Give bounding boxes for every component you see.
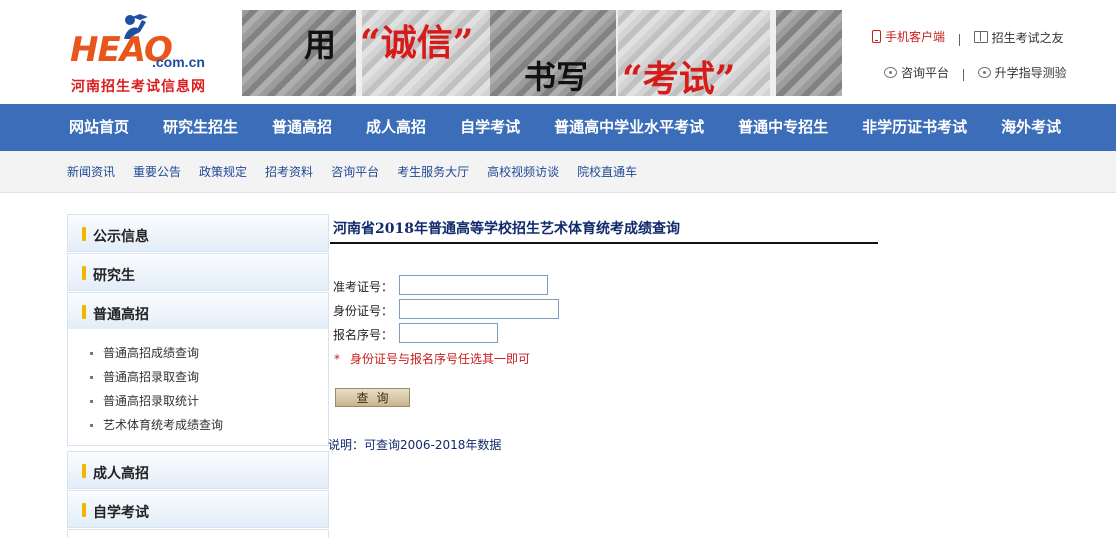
main-nav: 网站首页 研究生招生 普通高招 成人高招 自学考试 普通高中学业水平考试 普通中… xyxy=(0,104,1116,151)
sub-nav-list: 新闻资讯 重要公告 政策规定 招考资料 咨询平台 考生服务大厅 高校视频访谈 院… xyxy=(58,151,646,193)
reg-no-label: 报名序号： xyxy=(333,328,394,342)
page-title: 河南省2018年普通高等学校招生艺术体育统考成绩查询 xyxy=(333,221,680,237)
sidebar-section-title: 自学考试 xyxy=(93,505,149,521)
sidebar-section-adult-college[interactable]: 成人高招 xyxy=(67,451,329,489)
main-nav-list: 网站首页 研究生招生 普通高招 成人高招 自学考试 普通高中学业水平考试 普通中… xyxy=(52,104,1078,151)
sidebar-section-header[interactable]: 成人高招 xyxy=(68,452,328,488)
sidebar-section-header[interactable]: 自学考试 xyxy=(68,491,328,527)
link-separator xyxy=(958,33,960,46)
exam-no-input[interactable] xyxy=(399,275,548,295)
banner-photo xyxy=(242,10,356,96)
section-marker-icon xyxy=(82,305,86,319)
sidebar-section-header[interactable]: 普通高招 xyxy=(68,293,328,329)
sidebar-section-general-college: 普通高招 普通高招成绩查询 普通高招录取查询 普通高招录取统计 艺术体育统考成绩… xyxy=(67,292,329,446)
sidebar-item-arts-sports-score[interactable]: 艺术体育统考成绩查询 xyxy=(68,413,328,437)
sidebar-section-header[interactable]: 研究生 xyxy=(68,254,328,290)
sidebar-item-label: 艺术体育统考成绩查询 xyxy=(103,418,224,432)
nav-item-self-study[interactable]: 自学考试 xyxy=(443,104,537,151)
sidebar-item-score-query[interactable]: 普通高招成绩查询 xyxy=(68,341,328,365)
sidebar-section-public-info[interactable]: 公示信息 xyxy=(67,214,329,252)
exam-friend-label: 招生考试之友 xyxy=(991,30,1064,45)
subnav-item-consult[interactable]: 咨询平台 xyxy=(322,151,388,193)
section-marker-icon xyxy=(82,227,86,241)
banner-text-kaoshi: “考试” xyxy=(622,58,736,96)
nav-item-secondary-vocational[interactable]: 普通中专招生 xyxy=(721,104,845,151)
sub-nav: 新闻资讯 重要公告 政策规定 招考资料 咨询平台 考生服务大厅 高校视频访谈 院… xyxy=(0,151,1116,193)
reg-no-input[interactable] xyxy=(399,323,498,343)
sidebar-section-title: 普通高招 xyxy=(93,307,149,323)
input-hint: * 身份证号与报名序号任选其一即可 xyxy=(334,350,530,367)
sidebar-item-label: 普通高招录取统计 xyxy=(103,394,200,408)
nav-item-non-degree[interactable]: 非学历证书考试 xyxy=(845,104,984,151)
nav-item-graduate[interactable]: 研究生招生 xyxy=(146,104,255,151)
sidebar-item-label: 普通高招录取查询 xyxy=(103,370,200,384)
subnav-item-news[interactable]: 新闻资讯 xyxy=(58,151,124,193)
section-marker-icon xyxy=(82,464,86,478)
link-separator xyxy=(962,68,964,81)
subnav-item-announcements[interactable]: 重要公告 xyxy=(124,151,190,193)
banner-text-chengxin: “诚信” xyxy=(360,22,474,64)
input-hint-text: 身份证号与报名序号任选其一即可 xyxy=(350,352,531,366)
required-star: * xyxy=(334,352,340,366)
sidebar-item-admission-stats[interactable]: 普通高招录取统计 xyxy=(68,389,328,413)
nav-item-home[interactable]: 网站首页 xyxy=(52,104,146,151)
chat-icon xyxy=(977,67,991,78)
site-header: HEAO .com.cn 河南招生考试信息网 用 “诚信” 书写 “考试” 手机… xyxy=(0,0,1116,104)
sidebar-section-self-study[interactable]: 自学考试 xyxy=(67,490,329,528)
exam-no-label: 准考证号： xyxy=(333,280,394,294)
banner-text-yong: 用 xyxy=(304,26,337,64)
id-no-label: 身份证号： xyxy=(333,304,394,318)
nav-item-adult-college[interactable]: 成人高招 xyxy=(349,104,443,151)
sidebar-section-graduate[interactable]: 研究生 xyxy=(67,253,329,291)
subnav-item-service-hall[interactable]: 考生服务大厅 xyxy=(388,151,478,193)
header-links-row: 咨询平台 升学指导测验 xyxy=(884,64,1067,81)
nav-item-overseas[interactable]: 海外考试 xyxy=(984,104,1078,151)
nav-item-general-college[interactable]: 普通高招 xyxy=(255,104,349,151)
subnav-item-video-interviews[interactable]: 高校视频访谈 xyxy=(478,151,568,193)
consult-platform-label: 咨询平台 xyxy=(901,66,950,80)
section-marker-icon xyxy=(82,503,86,517)
sidebar-section-title: 研究生 xyxy=(93,268,135,284)
nav-item-highschool-proficiency[interactable]: 普通高中学业水平考试 xyxy=(537,104,721,151)
sidebar-section-title: 成人高招 xyxy=(93,466,149,482)
header-links-row: 手机客户端 招生考试之友 xyxy=(872,28,1064,46)
banner-text-shuxie: 书写 xyxy=(524,58,589,96)
sidebar-section-header[interactable]: 公示信息 xyxy=(68,215,328,251)
query-description: 说明：可查询2006-2018年数据 xyxy=(328,438,502,452)
chat-icon xyxy=(884,67,897,78)
title-divider xyxy=(330,242,878,244)
guidance-test-link[interactable]: 升学指导测验 xyxy=(977,64,1067,81)
section-marker-icon xyxy=(82,266,86,280)
integrity-banner[interactable]: 用 “诚信” 书写 “考试” xyxy=(242,10,842,96)
subnav-item-policies[interactable]: 政策规定 xyxy=(190,151,256,193)
sidebar-item-label: 普通高招成绩查询 xyxy=(103,346,200,360)
sidebar-item-admission-query[interactable]: 普通高招录取查询 xyxy=(68,365,328,389)
sidebar-section-title: 公示信息 xyxy=(93,229,149,245)
subnav-item-materials[interactable]: 招考资料 xyxy=(256,151,322,193)
sidebar-item-list: 普通高招成绩查询 普通高招录取查询 普通高招录取统计 艺术体育统考成绩查询 xyxy=(68,329,328,445)
sidebar-section-more xyxy=(67,529,329,538)
phone-icon xyxy=(872,30,881,43)
site-logo[interactable]: HEAO .com.cn 河南招生考试信息网 xyxy=(68,12,218,96)
guidance-test-label: 升学指导测验 xyxy=(994,66,1067,80)
book-icon xyxy=(973,31,988,43)
exam-friend-link[interactable]: 招生考试之友 xyxy=(973,29,1064,46)
query-button[interactable]: 查询 xyxy=(335,388,410,407)
subnav-item-college-direct[interactable]: 院校直通车 xyxy=(568,151,646,193)
id-no-input[interactable] xyxy=(399,299,559,319)
consult-platform-link[interactable]: 咨询平台 xyxy=(884,64,949,81)
logo-domain: .com.cn xyxy=(152,54,205,70)
mobile-client-link[interactable]: 手机客户端 xyxy=(872,28,945,45)
mobile-client-label: 手机客户端 xyxy=(885,30,946,44)
logo-site-name: 河南招生考试信息网 xyxy=(71,79,206,95)
banner-photo xyxy=(776,10,842,96)
